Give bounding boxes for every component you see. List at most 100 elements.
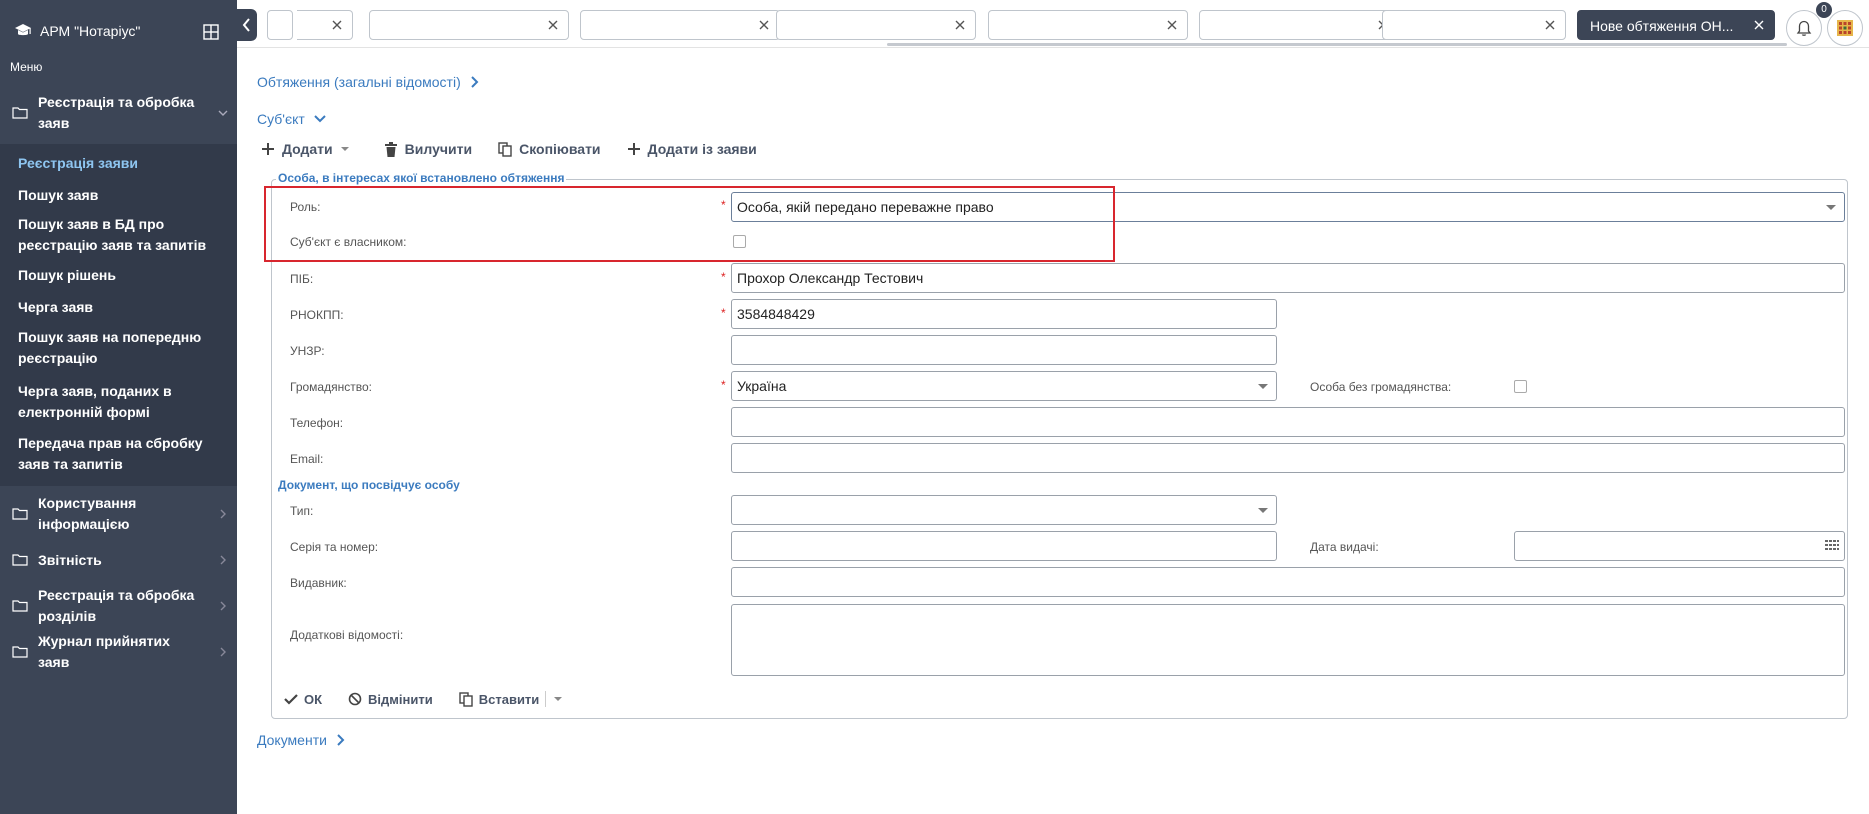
folder-icon	[12, 600, 28, 612]
doc-type-select[interactable]	[731, 495, 1277, 525]
copy-icon	[498, 141, 512, 157]
ok-label: ОК	[304, 691, 323, 707]
document-heading: Документ, що посвідчує особу	[278, 478, 460, 492]
chevron-right-icon	[220, 509, 226, 519]
close-icon[interactable]	[953, 18, 967, 32]
section-label: Обтяження (загальні відомості)	[257, 74, 461, 90]
section-label: Суб'єкт	[257, 111, 305, 127]
add-button[interactable]: Додати	[261, 141, 358, 157]
copy-label: Скопіювати	[519, 141, 601, 157]
unzr-input[interactable]	[731, 335, 1277, 365]
chevron-left-icon	[242, 18, 250, 32]
chevron-right-icon	[220, 647, 226, 657]
notification-badge: 0	[1816, 2, 1832, 18]
tab-2[interactable]	[297, 10, 353, 40]
close-icon[interactable]	[1752, 18, 1766, 32]
sidebar-item-search-decisions[interactable]: Пошук рішень	[0, 256, 237, 294]
issue-date-label: Дата видачі:	[1310, 540, 1379, 554]
email-input[interactable]	[731, 443, 1845, 473]
cancel-button[interactable]: Відмінити	[348, 692, 433, 707]
citizenship-select[interactable]: Україна	[731, 371, 1277, 401]
close-icon[interactable]	[1543, 18, 1557, 32]
tab-5[interactable]	[776, 10, 976, 40]
citizenship-label: Громадянство:	[290, 380, 372, 394]
sidebar-group-journal[interactable]: Журнал прийнятих заяв	[0, 633, 237, 670]
add-from-application-button[interactable]: Додати із заяви	[627, 141, 757, 157]
bell-icon	[1796, 20, 1812, 36]
main-content: Обтяження (загальні відомості) Суб'єкт Д…	[237, 48, 1869, 814]
close-icon[interactable]	[330, 18, 344, 32]
tab-6[interactable]	[988, 10, 1188, 40]
sidebar-item-electronic-queue[interactable]: Черга заяв, поданих в електронній формі	[0, 376, 237, 428]
section-label: Документи	[257, 732, 327, 748]
caret-down-icon[interactable]	[552, 695, 564, 703]
add-from-label: Додати із заяви	[647, 141, 757, 157]
tab-4[interactable]	[580, 10, 780, 40]
tab-1[interactable]	[267, 10, 293, 40]
section-encumbrance-general[interactable]: Обтяження (загальні відомості)	[257, 74, 479, 90]
sidebar-group-label: Реєстрація та обробка заяв	[38, 94, 195, 131]
calendar-icon[interactable]	[1824, 538, 1840, 554]
issuer-input[interactable]	[731, 567, 1845, 597]
sidebar-group-info-use[interactable]: Користування інформацією	[0, 486, 237, 542]
tab-8[interactable]	[1382, 10, 1566, 40]
chevron-right-icon	[220, 601, 226, 611]
delete-label: Вилучити	[404, 141, 473, 157]
sidebar-item-queue[interactable]: Черга заяв	[0, 294, 237, 320]
sidebar-item-search-applications[interactable]: Пошук заяв	[0, 176, 237, 214]
form-actions: ОК Відмінити Вставити	[284, 691, 570, 707]
caret-down-icon	[340, 147, 349, 151]
paste-label: Вставити	[478, 691, 540, 707]
layout-toggle-icon[interactable]	[203, 24, 219, 40]
rnokpp-input[interactable]: 3584848429	[731, 299, 1277, 329]
notifications-button[interactable]	[1786, 10, 1822, 46]
section-subject[interactable]: Суб'єкт	[257, 111, 327, 127]
sidebar-item-register-application[interactable]: Реєстрація заяви	[0, 150, 237, 176]
caret-down-icon	[1258, 508, 1268, 513]
close-icon[interactable]	[546, 18, 560, 32]
sidebar-group-label: Реєстрація та обробка розділів	[38, 587, 195, 624]
sidebar-item-transfer-rights[interactable]: Передача прав на сбробку заяв та запитів	[0, 428, 237, 480]
stateless-checkbox[interactable]	[1514, 380, 1527, 393]
required-mark: *	[721, 270, 726, 284]
graduation-cap-icon	[15, 24, 31, 36]
required-mark: *	[721, 306, 726, 320]
paste-button[interactable]: Вставити	[459, 691, 540, 707]
sidebar-collapse-button[interactable]	[237, 9, 257, 41]
sidebar-group-registration[interactable]: Реєстрація та обробка заяв	[0, 82, 237, 144]
chevron-down-icon	[218, 110, 228, 116]
folder-icon	[12, 646, 28, 658]
extra-info-textarea[interactable]	[731, 604, 1845, 676]
ok-button[interactable]: ОК	[284, 692, 322, 707]
tab-3[interactable]	[369, 10, 569, 40]
emblem-icon	[1837, 20, 1853, 36]
app-title: АРМ "Нотаріус"	[40, 23, 141, 39]
email-label: Email:	[290, 452, 324, 466]
plus-icon	[262, 143, 274, 155]
copy-button[interactable]: Скопіювати	[498, 141, 601, 157]
folder-icon	[12, 107, 28, 119]
sidebar: АРМ "Нотаріус" Меню Реєстрація та обробк…	[0, 0, 237, 814]
sidebar-item-preregistration[interactable]: Пошук заяв на попередню реєстрацію	[0, 320, 237, 376]
section-documents[interactable]: Документи	[257, 732, 345, 748]
sidebar-group-reports[interactable]: Звітність	[0, 542, 237, 578]
sidebar-group-label: Журнал прийнятих заяв	[38, 633, 170, 670]
sidebar-group-label: Користування інформацією	[38, 495, 137, 532]
close-icon[interactable]	[1165, 18, 1179, 32]
close-icon[interactable]	[757, 18, 771, 32]
sidebar-group-sections[interactable]: Реєстрація та обробка розділів	[0, 578, 237, 634]
tab-scrollbar[interactable]	[887, 43, 1787, 46]
phone-input[interactable]	[731, 407, 1845, 437]
required-mark: *	[721, 378, 726, 392]
chevron-down-icon	[314, 115, 326, 123]
tab-active-new-encumbrance[interactable]: Нове обтяження ОН...	[1577, 10, 1775, 40]
pib-input[interactable]: Прохор Олександр Тестович	[731, 263, 1845, 293]
sidebar-item-search-db[interactable]: Пошук заяв в БД про реєстрацію заяв та з…	[0, 214, 237, 256]
phone-label: Телефон:	[290, 416, 344, 430]
trash-icon	[384, 141, 397, 157]
issue-date-input[interactable]	[1514, 531, 1845, 561]
series-input[interactable]	[731, 531, 1277, 561]
user-avatar-button[interactable]	[1827, 10, 1863, 46]
delete-button[interactable]: Вилучити	[384, 141, 472, 157]
tab-7[interactable]	[1199, 10, 1399, 40]
